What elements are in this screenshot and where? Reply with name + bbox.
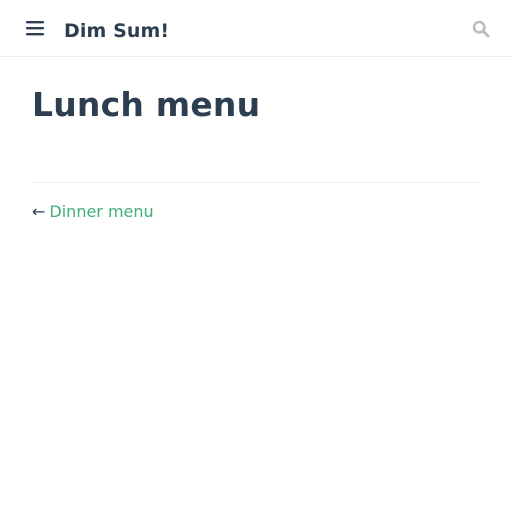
site-title[interactable]: Dim Sum! — [64, 17, 169, 45]
page-nav-divider — [32, 182, 480, 183]
prev-page-nav: ← Dinner menu — [32, 201, 154, 223]
search-icon[interactable] — [472, 20, 490, 38]
arrow-left-icon: ← — [32, 202, 46, 221]
page-title: Lunch menu — [32, 85, 261, 124]
hamburger-menu-icon[interactable] — [26, 20, 44, 36]
prev-page-link[interactable]: Dinner menu — [49, 202, 153, 221]
top-navbar: Dim Sum! — [0, 0, 512, 57]
